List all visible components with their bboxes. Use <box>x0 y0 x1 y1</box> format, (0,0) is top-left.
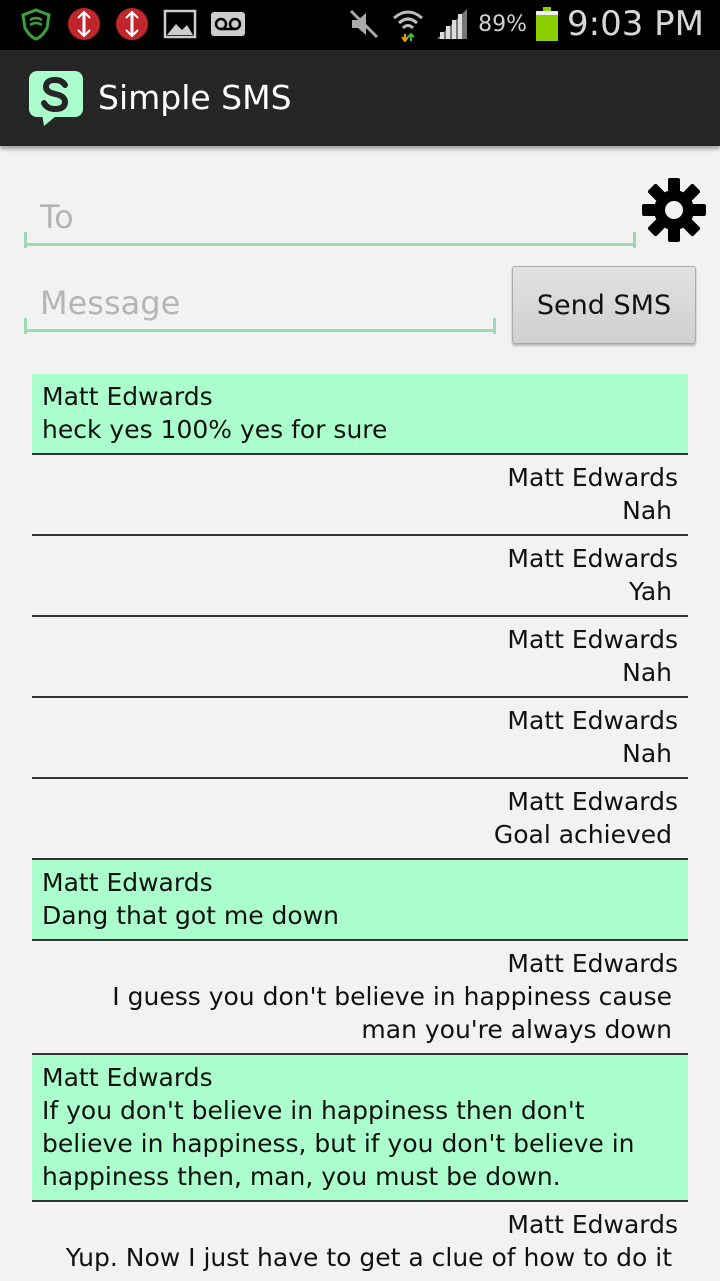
message-sender: Matt Edwards <box>42 868 213 897</box>
message-body: Nah <box>622 496 672 525</box>
list-item[interactable]: Matt Edwards Dang that got me down <box>32 860 688 941</box>
message-body: Goal achieved <box>493 820 672 849</box>
no-entry-icon <box>114 6 150 42</box>
message-body: Yup. Now I just have to get a clue of ho… <box>65 1243 672 1272</box>
message-sender: Matt Edwards <box>507 544 678 573</box>
status-clock: 9:03 PM <box>567 4 704 44</box>
message-body: heck yes 100% yes for sure <box>42 415 388 444</box>
message-body: Nah <box>622 658 672 687</box>
image-icon <box>162 6 198 42</box>
no-entry-icon <box>66 6 102 42</box>
message-body: I guess you don't believe in happiness c… <box>112 982 672 1044</box>
list-item[interactable]: Matt Edwards Nah <box>32 455 688 536</box>
list-item[interactable]: Matt Edwards Nah <box>32 617 688 698</box>
message-body: Dang that got me down <box>42 901 339 930</box>
send-sms-button[interactable]: Send SMS <box>512 266 696 344</box>
settings-gear-icon[interactable] <box>640 176 708 244</box>
list-item[interactable]: Matt Edwards Nah <box>32 698 688 779</box>
message-sender: Matt Edwards <box>507 787 678 816</box>
battery-percent: 89% <box>478 11 527 37</box>
shield-icon <box>18 6 54 42</box>
message-sender: Matt Edwards <box>507 949 678 978</box>
message-sender: Matt Edwards <box>42 1063 213 1092</box>
action-bar: Simple SMS <box>0 50 720 146</box>
list-item[interactable]: Matt Edwards I guess you don't believe i… <box>32 941 688 1055</box>
status-bar: 89% 9:03 PM <box>0 0 720 50</box>
message-list: Matt Edwards heck yes 100% yes for sure … <box>32 374 688 1281</box>
app-title: Simple SMS <box>98 78 292 117</box>
message-body: If you don't believe in happiness then d… <box>42 1096 635 1191</box>
list-item[interactable]: Matt Edwards heck yes 100% yes for sure <box>32 374 688 455</box>
list-item[interactable]: Matt Edwards If you don't believe in hap… <box>32 1055 688 1202</box>
signal-icon <box>434 6 470 42</box>
message-input[interactable] <box>24 276 496 332</box>
list-item[interactable]: Matt Edwards Yup. Now I just have to get… <box>32 1202 688 1281</box>
battery-icon <box>535 6 559 42</box>
mute-icon <box>346 6 382 42</box>
list-item[interactable]: Matt Edwards Yah <box>32 536 688 617</box>
list-item[interactable]: Matt Edwards Goal achieved <box>32 779 688 860</box>
message-sender: Matt Edwards <box>42 382 213 411</box>
voicemail-icon <box>210 6 246 42</box>
message-sender: Matt Edwards <box>507 625 678 654</box>
message-body: Nah <box>622 739 672 768</box>
message-sender: Matt Edwards <box>507 463 678 492</box>
message-sender: Matt Edwards <box>507 706 678 735</box>
message-sender: Matt Edwards <box>507 1210 678 1239</box>
message-body: Yah <box>629 577 672 606</box>
app-logo-icon <box>28 70 86 128</box>
wifi-icon <box>390 6 426 43</box>
to-input[interactable] <box>24 190 636 246</box>
